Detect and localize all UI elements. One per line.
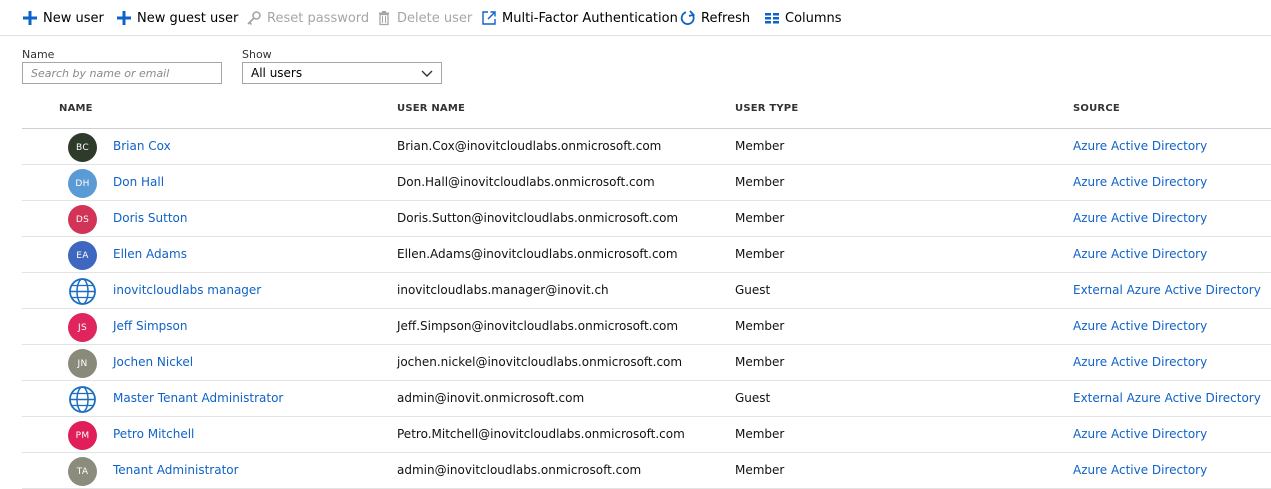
user-type: Member	[735, 175, 785, 189]
external-link-icon	[481, 10, 497, 26]
user-principal-name: admin@inovitcloudlabs.onmicrosoft.com	[397, 463, 642, 477]
user-principal-name: jochen.nickel@inovitcloudlabs.onmicrosof…	[397, 355, 683, 369]
user-type: Member	[735, 139, 785, 153]
avatar: JS	[68, 313, 97, 342]
user-principal-name: Doris.Sutton@inovitcloudlabs.onmicrosoft…	[397, 211, 679, 225]
refresh-button[interactable]: Refresh	[680, 8, 750, 28]
user-name-link[interactable]: inovitcloudlabs manager	[113, 283, 261, 297]
source-link[interactable]: Azure Active Directory	[1073, 211, 1207, 225]
source-link[interactable]: External Azure Active Directory	[1073, 283, 1261, 297]
user-type: Member	[735, 355, 785, 369]
table-row[interactable]: JN Jochen Nickel jochen.nickel@inovitclo…	[22, 345, 1271, 381]
user-principal-name: inovitcloudlabs.manager@inovit.ch	[397, 283, 609, 297]
globe-icon	[68, 277, 97, 306]
column-header-source[interactable]: SOURCE	[1073, 103, 1120, 114]
user-principal-name: Petro.Mitchell@inovitcloudlabs.onmicroso…	[397, 427, 685, 441]
avatar: DS	[68, 205, 97, 234]
reset-password-label: Reset password	[267, 10, 370, 26]
user-name-link[interactable]: Petro Mitchell	[113, 427, 194, 441]
user-type: Member	[735, 463, 785, 477]
table-row[interactable]: JS Jeff Simpson Jeff.Simpson@inovitcloud…	[22, 309, 1271, 345]
new-user-label: New user	[43, 10, 104, 26]
user-principal-name: Jeff.Simpson@inovitcloudlabs.onmicrosoft…	[397, 319, 679, 333]
avatar: EA	[68, 241, 97, 270]
user-principal-name: Brian.Cox@inovitcloudlabs.onmicrosoft.co…	[397, 139, 662, 153]
column-header-usertype[interactable]: USER TYPE	[735, 103, 798, 114]
avatar: DH	[68, 169, 97, 198]
reset-password-button[interactable]: Reset password	[246, 8, 369, 28]
column-header-name[interactable]: NAME	[59, 103, 93, 114]
user-name-link[interactable]: Brian Cox	[113, 139, 171, 153]
source-link[interactable]: Azure Active Directory	[1073, 175, 1207, 189]
globe-icon	[68, 385, 97, 414]
table-row[interactable]: BC Brian Cox Brian.Cox@inovitcloudlabs.o…	[22, 129, 1271, 165]
column-header-username[interactable]: USER NAME	[397, 103, 465, 114]
source-link[interactable]: Azure Active Directory	[1073, 427, 1207, 441]
user-type: Member	[735, 427, 785, 441]
command-bar: New user New guest user Reset password D…	[0, 0, 1271, 36]
show-filter-label: Show	[242, 48, 272, 61]
user-type: Member	[735, 211, 785, 225]
new-user-button[interactable]: New user	[22, 8, 104, 28]
source-link[interactable]: Azure Active Directory	[1073, 319, 1207, 333]
table-row[interactable]: EA Ellen Adams Ellen.Adams@inovitcloudla…	[22, 237, 1271, 273]
mfa-button[interactable]: Multi-Factor Authentication	[481, 8, 678, 28]
table-row[interactable]: PM Petro Mitchell Petro.Mitchell@inovitc…	[22, 417, 1271, 453]
table-row[interactable]: Master Tenant Administrator admin@inovit…	[22, 381, 1271, 417]
search-input[interactable]	[22, 62, 222, 84]
user-name-link[interactable]: Doris Sutton	[113, 211, 188, 225]
user-name-link[interactable]: Don Hall	[113, 175, 164, 189]
new-guest-user-button[interactable]: New guest user	[116, 8, 238, 28]
table-row[interactable]: DS Doris Sutton Doris.Sutton@inovitcloud…	[22, 201, 1271, 237]
show-dropdown-value: All users	[251, 66, 303, 80]
show-dropdown[interactable]: All users	[242, 62, 442, 84]
trash-icon	[376, 10, 392, 26]
avatar: JN	[68, 349, 97, 378]
new-guest-user-label: New guest user	[137, 10, 239, 26]
name-filter-label: Name	[22, 48, 55, 61]
source-link[interactable]: External Azure Active Directory	[1073, 391, 1261, 405]
source-link[interactable]: Azure Active Directory	[1073, 247, 1207, 261]
columns-label: Columns	[785, 10, 842, 26]
user-name-link[interactable]: Tenant Administrator	[113, 463, 239, 477]
user-principal-name: Ellen.Adams@inovitcloudlabs.onmicrosoft.…	[397, 247, 678, 261]
table-row[interactable]: inovitcloudlabs manager inovitcloudlabs.…	[22, 273, 1271, 309]
user-type: Member	[735, 319, 785, 333]
user-principal-name: admin@inovit.onmicrosoft.com	[397, 391, 585, 405]
table-row[interactable]: DH Don Hall Don.Hall@inovitcloudlabs.onm…	[22, 165, 1271, 201]
plus-icon	[116, 10, 132, 26]
user-type: Guest	[735, 391, 771, 405]
refresh-label: Refresh	[701, 10, 751, 26]
source-link[interactable]: Azure Active Directory	[1073, 463, 1207, 477]
columns-icon	[764, 10, 780, 26]
avatar: PM	[68, 421, 97, 450]
columns-button[interactable]: Columns	[764, 8, 842, 28]
avatar: BC	[68, 133, 97, 162]
refresh-icon	[680, 10, 696, 26]
delete-user-label: Delete user	[397, 10, 473, 26]
table-row[interactable]: TA Tenant Administrator admin@inovitclou…	[22, 453, 1271, 489]
user-name-link[interactable]: Master Tenant Administrator	[113, 391, 283, 405]
mfa-label: Multi-Factor Authentication	[502, 10, 678, 26]
plus-icon	[22, 10, 38, 26]
user-principal-name: Don.Hall@inovitcloudlabs.onmicrosoft.com	[397, 175, 655, 189]
source-link[interactable]: Azure Active Directory	[1073, 355, 1207, 369]
delete-user-button[interactable]: Delete user	[376, 8, 472, 28]
chevron-down-icon	[421, 68, 433, 82]
user-type: Guest	[735, 283, 771, 297]
avatar: TA	[68, 457, 97, 486]
source-link[interactable]: Azure Active Directory	[1073, 139, 1207, 153]
user-name-link[interactable]: Ellen Adams	[113, 247, 187, 261]
user-type: Member	[735, 247, 785, 261]
user-name-link[interactable]: Jochen Nickel	[113, 355, 193, 369]
key-icon	[246, 10, 262, 26]
user-name-link[interactable]: Jeff Simpson	[113, 319, 187, 333]
